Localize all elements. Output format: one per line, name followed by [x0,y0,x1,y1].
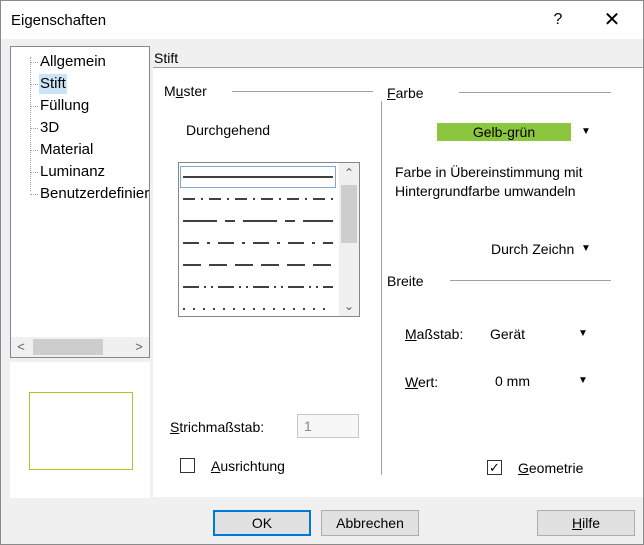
geometrie-label[interactable]: Geometrie [518,460,583,476]
massstab-value: Gerät [490,326,526,342]
farbe-label: Farbe [387,85,424,101]
tree-connector-stift [30,84,38,85]
muster-divider [232,91,373,92]
title-bar: Eigenschaften ? ✕ [1,1,643,39]
tree-item-fuellung[interactable]: Füllung [39,96,90,116]
pattern-dashed[interactable] [181,255,335,275]
chevron-down-icon[interactable]: ▼ [579,236,593,262]
wert-dropdown[interactable]: 0 mm ▼ [489,368,594,394]
preview-rectangle [29,392,133,470]
convert-color-text-line2: Hintergrundfarbe umwandeln [395,183,576,199]
tree-item-benutzerdefiniert[interactable]: Benutzerdefinier [39,184,150,204]
tree-connector-fuellung [30,106,38,107]
pattern-dotted[interactable] [181,299,335,316]
tree-connector-material [30,150,38,151]
convert-color-text-line1: Farbe in Übereinstimmung mit [395,164,583,180]
pattern-vertical-scrollbar[interactable]: ⌃ ⌄ [339,163,359,316]
chevron-down-icon[interactable]: ▼ [576,321,590,347]
scroll-thumb[interactable] [341,185,357,243]
color-swatch[interactable]: Gelb-grün [437,123,571,141]
tree-horizontal-scrollbar[interactable]: < > [11,337,149,357]
tree-item-material[interactable]: Material [39,140,94,160]
pattern-dash-dot-2[interactable] [181,233,335,253]
convert-color-value: Durch Zeichn [491,241,575,257]
wert-value: 0 mm [495,373,530,389]
cancel-button[interactable]: Abbrechen [321,510,419,536]
scroll-thumb[interactable] [33,339,103,355]
massstab-label: Maßstab: [405,326,464,342]
properties-dialog: Eigenschaften ? ✕ Allgemein Stift Füllun… [0,0,644,545]
tree-item-stift[interactable]: Stift [39,74,67,94]
ok-button[interactable]: OK [213,510,311,536]
tree-connector-luminanz [30,172,38,173]
help-button[interactable]: Hilfe [537,510,635,536]
tree-connector-allgemein [30,62,38,63]
section-title: Stift [154,50,179,66]
close-icon[interactable]: ✕ [597,5,627,35]
scroll-down-icon[interactable]: ⌄ [339,296,359,316]
strichmassstab-input[interactable]: 1 [297,414,359,438]
tree-connector-3d [30,128,38,129]
pen-preview [10,362,150,498]
tree-connector [30,57,31,191]
help-question-icon[interactable]: ? [543,5,573,35]
scroll-right-icon[interactable]: > [129,337,149,357]
category-tree[interactable]: Allgemein Stift Füllung 3D Material Lumi… [10,46,150,358]
pattern-current-name: Durchgehend [186,122,271,138]
scroll-left-icon[interactable]: < [11,337,31,357]
pattern-dash-dot[interactable] [181,189,335,209]
tree-item-luminanz[interactable]: Luminanz [39,162,106,182]
tree-item-3d[interactable]: 3D [39,118,60,138]
chevron-down-icon[interactable]: ▼ [579,122,593,142]
strichmassstab-label: Strichmaßstab: [170,419,265,435]
ausrichtung-checkbox[interactable] [180,458,195,473]
massstab-dropdown[interactable]: Gerät ▼ [484,321,594,347]
convert-color-dropdown[interactable]: Durch Zeichn ▼ [485,236,597,262]
chevron-down-icon[interactable]: ▼ [576,368,590,394]
pattern-solid[interactable] [180,166,336,188]
tree-connector-benutzerdefiniert [30,194,38,195]
pattern-long-dash[interactable] [181,211,335,231]
muster-label: Muster [164,83,207,99]
ausrichtung-label[interactable]: Ausrichtung [211,458,285,474]
pattern-list[interactable]: ⌃ ⌄ [178,162,360,317]
geometrie-checkbox[interactable]: ✓ [487,460,502,475]
tree-item-allgemein[interactable]: Allgemein [39,52,107,72]
breite-label: Breite [387,273,424,289]
window-title: Eigenschaften [11,12,107,29]
pattern-dash-dot-dot[interactable] [181,277,335,297]
scroll-up-icon[interactable]: ⌃ [339,163,359,183]
column-separator [381,101,382,475]
wert-label: Wert: [405,374,439,390]
farbe-divider [459,92,611,93]
breite-divider [450,280,611,281]
